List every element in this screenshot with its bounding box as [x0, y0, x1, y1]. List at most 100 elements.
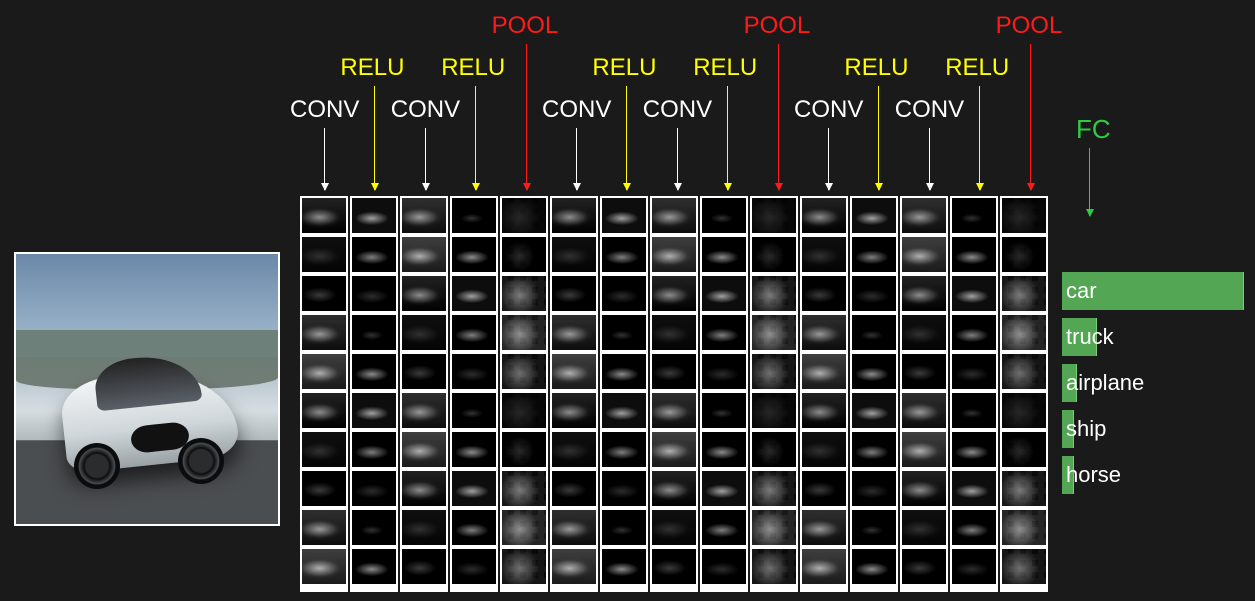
- layer-label-conv5: CONV: [794, 96, 863, 124]
- feature-cell: [1002, 549, 1046, 584]
- feature-cell: [852, 315, 896, 350]
- feature-cell: [702, 198, 746, 233]
- feature-cell: [1002, 315, 1046, 350]
- feature-cell: [602, 276, 646, 311]
- feature-cell: [452, 354, 496, 389]
- feature-cell: [802, 198, 846, 233]
- feature-cell: [802, 510, 846, 545]
- feature-cell: [902, 198, 946, 233]
- arrow-icon: [828, 128, 829, 190]
- layer-label-pool3: POOL: [996, 12, 1063, 40]
- feature-cell: [702, 354, 746, 389]
- feature-cell: [952, 471, 996, 506]
- arrow-icon: [727, 86, 728, 190]
- feature-cell: [652, 432, 696, 467]
- feature-column-conv5: [800, 196, 848, 592]
- feature-cell: [502, 432, 546, 467]
- feature-cell: [452, 237, 496, 272]
- layer-label-conv3: CONV: [542, 96, 611, 124]
- prediction-label: car: [1066, 278, 1097, 304]
- feature-cell: [402, 432, 446, 467]
- feature-cell: [502, 198, 546, 233]
- feature-cell: [852, 393, 896, 428]
- feature-column-relu3: [600, 196, 648, 592]
- layer-label-conv6: CONV: [895, 96, 964, 124]
- feature-cell: [452, 432, 496, 467]
- feature-cell: [1002, 276, 1046, 311]
- feature-cell: [402, 549, 446, 584]
- fc-arrow-icon: [1089, 148, 1090, 216]
- feature-cell: [602, 510, 646, 545]
- feature-cell: [452, 276, 496, 311]
- feature-cell: [902, 471, 946, 506]
- feature-cell: [652, 237, 696, 272]
- feature-cell: [602, 393, 646, 428]
- feature-cell: [502, 549, 546, 584]
- feature-cell: [352, 471, 396, 506]
- feature-cell: [802, 315, 846, 350]
- feature-cell: [652, 510, 696, 545]
- arrow-icon: [425, 128, 426, 190]
- arrow-icon: [475, 86, 476, 190]
- feature-cell: [552, 393, 596, 428]
- feature-cell: [952, 549, 996, 584]
- feature-cell: [552, 198, 596, 233]
- feature-cell: [502, 315, 546, 350]
- feature-cell: [502, 510, 546, 545]
- feature-cell: [902, 315, 946, 350]
- feature-cell: [402, 315, 446, 350]
- feature-cell: [1002, 237, 1046, 272]
- feature-cell: [402, 354, 446, 389]
- layer-label-conv4: CONV: [643, 96, 712, 124]
- feature-column-conv4: [650, 196, 698, 592]
- arrow-icon: [626, 86, 627, 190]
- feature-cell: [752, 393, 796, 428]
- feature-column-conv2: [400, 196, 448, 592]
- prediction-row: airplane: [1062, 364, 1254, 402]
- feature-cell: [702, 315, 746, 350]
- feature-cell: [802, 432, 846, 467]
- layer-label-conv1: CONV: [290, 96, 359, 124]
- feature-cell: [1002, 510, 1046, 545]
- arrow-icon: [374, 86, 375, 190]
- feature-cell: [1002, 432, 1046, 467]
- layer-label-relu3: RELU: [592, 54, 656, 82]
- feature-cell: [552, 354, 596, 389]
- feature-cell: [452, 471, 496, 506]
- feature-cell: [702, 432, 746, 467]
- feature-cell: [952, 393, 996, 428]
- feature-column-conv6: [900, 196, 948, 592]
- feature-cell: [352, 510, 396, 545]
- feature-column-relu4: [700, 196, 748, 592]
- feature-cell: [502, 471, 546, 506]
- feature-cell: [902, 354, 946, 389]
- feature-cell: [352, 237, 396, 272]
- feature-cell: [552, 471, 596, 506]
- feature-cell: [402, 198, 446, 233]
- feature-cell: [302, 393, 346, 428]
- feature-cell: [302, 354, 346, 389]
- feature-cell: [752, 354, 796, 389]
- feature-column-conv3: [550, 196, 598, 592]
- feature-cell: [952, 354, 996, 389]
- feature-cell: [602, 354, 646, 389]
- feature-cell: [402, 276, 446, 311]
- feature-cell: [702, 237, 746, 272]
- feature-column-conv1: [300, 196, 348, 592]
- feature-cell: [852, 432, 896, 467]
- feature-cell: [502, 276, 546, 311]
- feature-cell: [452, 198, 496, 233]
- feature-column-relu5: [850, 196, 898, 592]
- prediction-label: horse: [1066, 462, 1121, 488]
- arrow-icon: [677, 128, 678, 190]
- feature-cell: [552, 237, 596, 272]
- feature-cell: [752, 510, 796, 545]
- feature-cell: [802, 393, 846, 428]
- feature-cell: [852, 549, 896, 584]
- feature-cell: [402, 471, 446, 506]
- feature-cell: [352, 315, 396, 350]
- feature-cell: [302, 510, 346, 545]
- feature-cell: [802, 549, 846, 584]
- arrow-icon: [1030, 44, 1031, 190]
- feature-cell: [852, 237, 896, 272]
